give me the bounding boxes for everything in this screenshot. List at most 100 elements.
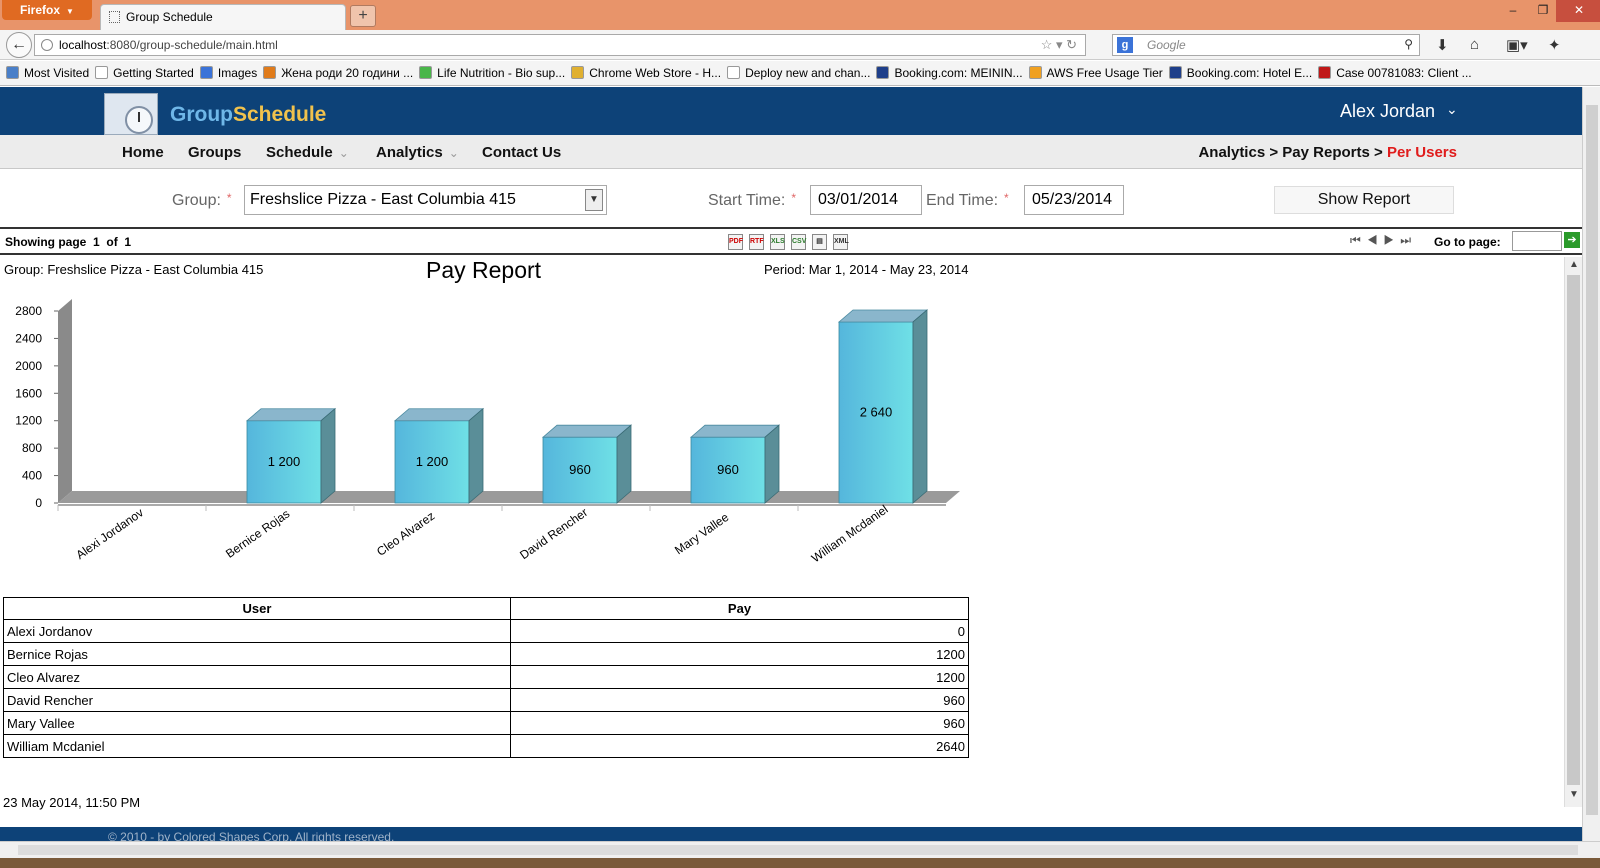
- search-placeholder: Google: [1147, 38, 1186, 52]
- back-button[interactable]: ←: [6, 32, 32, 58]
- search-icon[interactable]: ⚲: [1404, 37, 1413, 51]
- report-group: Group: Freshslice Pizza - East Columbia …: [4, 262, 264, 277]
- bookmark-icon: [571, 66, 585, 79]
- google-icon: g: [1117, 37, 1133, 53]
- bookmark-item[interactable]: AWS Free Usage Tier: [1028, 61, 1163, 80]
- breadcrumb-current: Per Users: [1386, 144, 1457, 161]
- column-header-user: User: [3, 597, 511, 620]
- export-csv-icon[interactable]: CSV: [791, 234, 806, 250]
- report-generated-time: 23 May 2014, 11:50 PM: [3, 795, 141, 810]
- close-window-button[interactable]: ✕: [1556, 0, 1600, 22]
- chevron-down-icon[interactable]: ⌄: [1446, 101, 1458, 118]
- bookmark-item[interactable]: Booking.com: MEININ...: [876, 61, 1023, 80]
- export-xml-icon[interactable]: XML: [833, 234, 849, 250]
- user-menu[interactable]: Alex Jordan: [1340, 101, 1435, 122]
- cell-user: Bernice Rojas: [3, 642, 511, 666]
- url-host: localhost: [59, 38, 107, 52]
- bookmark-item[interactable]: Most Visited: [6, 61, 89, 80]
- y-tick-label: 0: [35, 496, 42, 510]
- minimize-button[interactable]: ‒: [1498, 0, 1528, 22]
- bookmark-icon: [95, 66, 109, 79]
- bookmark-item[interactable]: Booking.com: Hotel E...: [1168, 61, 1312, 80]
- scroll-down-icon[interactable]: ▼: [1565, 789, 1583, 800]
- export-rtf-icon[interactable]: RTF: [749, 234, 764, 250]
- bookmarks-toolbar: Most Visited Getting Started Images Жена ро…: [0, 61, 1600, 86]
- bar-top: [837, 309, 929, 323]
- menu-item-schedule[interactable]: Schedule ⌄: [266, 144, 349, 161]
- bookmark-item[interactable]: Life Nutrition - Bio sup...: [419, 61, 565, 80]
- start-time-label: Start Time: *: [708, 191, 797, 209]
- bookmarks-menu-icon[interactable]: ▣▾: [1506, 36, 1528, 54]
- breadcrumb-pay-reports[interactable]: Pay Reports: [1282, 144, 1370, 161]
- table-row: Alexi Jordanov 0: [3, 619, 969, 643]
- export-excel-icon[interactable]: XLS: [770, 234, 785, 250]
- x-tick-label: Bernice Rojas: [223, 507, 292, 561]
- address-bar[interactable]: localhost:8080/group-schedule/main.html …: [34, 34, 1086, 56]
- clock-icon: [125, 106, 153, 134]
- bookmark-item[interactable]: Images: [199, 61, 257, 80]
- x-tick-label: Cleo Alvarez: [374, 509, 437, 559]
- export-pdf-icon[interactable]: PDF: [728, 234, 743, 250]
- breadcrumb-analytics[interactable]: Analytics: [1198, 144, 1265, 161]
- scroll-thumb[interactable]: [1567, 275, 1580, 785]
- report-scrollbar[interactable]: ▲ ▼: [1564, 257, 1582, 807]
- group-select[interactable]: Freshslice Pizza - East Columbia 415 ▼: [244, 185, 607, 215]
- home-icon[interactable]: ⌂: [1470, 36, 1479, 53]
- menu-item-analytics[interactable]: Analytics ⌄: [376, 144, 459, 161]
- horizontal-scrollbar[interactable]: [0, 841, 1600, 858]
- start-time-input[interactable]: 03/01/2014: [810, 185, 922, 215]
- end-time-input[interactable]: 05/23/2014: [1024, 185, 1124, 215]
- show-report-button[interactable]: Show Report: [1274, 186, 1454, 214]
- scroll-up-icon[interactable]: ▲: [1565, 259, 1583, 270]
- page-scrollbar[interactable]: [1582, 87, 1600, 841]
- page-scroll-thumb[interactable]: [1586, 105, 1598, 815]
- bookmark-item[interactable]: Deploy new and chan...: [727, 61, 870, 80]
- bookmark-item[interactable]: Chrome Web Store - H...: [571, 61, 721, 80]
- extension-icon[interactable]: ✦: [1548, 36, 1561, 54]
- menu-item-contact-us[interactable]: Contact Us: [482, 144, 561, 161]
- report-period: Period: Mar 1, 2014 - May 23, 2014: [764, 262, 969, 277]
- bookmark-icon: [1318, 66, 1332, 79]
- bookmark-star-icon[interactable]: ☆ ▾ ↻: [1041, 37, 1077, 53]
- main-menu: Home Groups Schedule ⌄ Analytics ⌄ Contact Us …: [0, 135, 1582, 169]
- first-page-icon[interactable]: ⏮: [1350, 233, 1367, 247]
- menu-item-home[interactable]: Home: [122, 144, 164, 161]
- breadcrumb: Analytics > Pay Reports > Per Users: [1198, 144, 1457, 161]
- taskbar: [0, 858, 1600, 868]
- cell-user: David Rencher: [3, 688, 511, 712]
- bookmark-item[interactable]: Жена роди 20 години ...: [263, 61, 413, 80]
- navigation-toolbar: ← localhost:8080/group-schedule/main.htm…: [0, 30, 1600, 60]
- goto-page-input[interactable]: [1512, 231, 1562, 251]
- bar-side: [912, 309, 928, 504]
- footer-copyright: © 2010 - by Colored Shapes Corp. All rig…: [108, 830, 395, 841]
- next-page-icon[interactable]: ▶: [1384, 233, 1401, 247]
- horizontal-scroll-thumb[interactable]: [18, 845, 1578, 855]
- cell-pay: 0: [510, 619, 969, 643]
- app-footer: © 2010 - by Colored Shapes Corp. All rig…: [0, 827, 1582, 841]
- table-row: David Rencher 960: [3, 688, 969, 712]
- browser-tab[interactable]: Group Schedule: [100, 4, 346, 30]
- bookmark-item[interactable]: Case 00781083: Client ...: [1318, 61, 1472, 80]
- cell-pay: 1200: [510, 642, 969, 666]
- search-input[interactable]: g Google ⚲: [1112, 34, 1420, 56]
- prev-page-icon[interactable]: ◀: [1367, 233, 1384, 247]
- firefox-menu-button[interactable]: Firefox ▼: [2, 0, 92, 20]
- url-path: :8080/group-schedule/main.html: [106, 38, 278, 52]
- bookmark-item[interactable]: Getting Started: [95, 61, 194, 80]
- download-icon[interactable]: ⬇: [1436, 36, 1449, 54]
- app-header: GroupSchedule Alex Jordan ⌄: [0, 87, 1582, 135]
- logo[interactable]: [104, 93, 158, 135]
- cell-user: Cleo Alvarez: [3, 665, 511, 689]
- menu-item-groups[interactable]: Groups: [188, 144, 241, 161]
- restore-button[interactable]: ❐: [1528, 0, 1558, 22]
- chevron-down-icon[interactable]: ▼: [585, 189, 603, 211]
- new-tab-button[interactable]: +: [350, 5, 376, 27]
- bookmark-icon: [6, 66, 19, 79]
- cell-user: Mary Vallee: [3, 711, 511, 735]
- group-select-value: Freshslice Pizza - East Columbia 415: [250, 191, 516, 208]
- goto-page-button[interactable]: ➔: [1564, 232, 1580, 248]
- bar-top: [245, 408, 337, 422]
- last-page-icon[interactable]: ⏭: [1400, 233, 1417, 247]
- bookmark-icon: [1028, 66, 1042, 79]
- print-icon[interactable]: ▤: [812, 234, 827, 250]
